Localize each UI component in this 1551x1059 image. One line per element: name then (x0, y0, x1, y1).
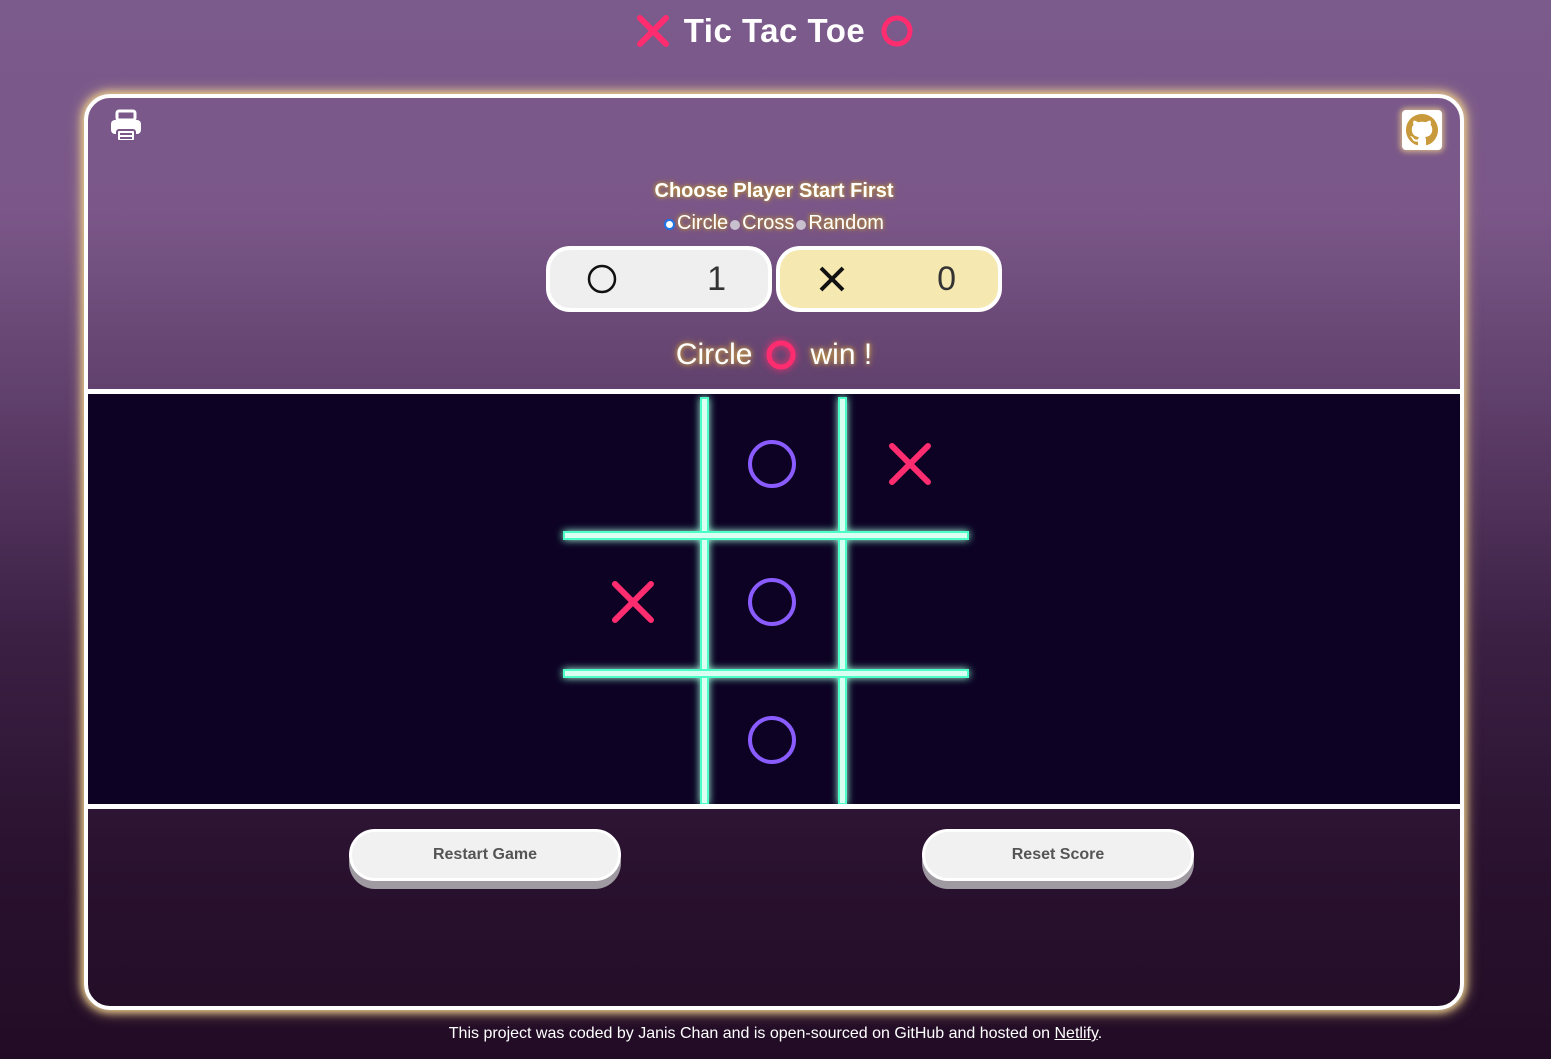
circle-score-box: 1 (546, 246, 772, 312)
radio-cross-label: Cross (742, 212, 795, 234)
cross-icon (819, 266, 845, 292)
status-suffix: win ! (810, 338, 873, 371)
print-icon[interactable] (108, 108, 144, 144)
scoreboard: 1 0 (88, 246, 1460, 312)
circle-score: 1 (707, 259, 726, 298)
board-cell-8[interactable] (706, 674, 838, 804)
cross-score-box: 0 (776, 246, 1002, 312)
github-button[interactable] (1402, 110, 1442, 150)
page-title: Tic Tac Toe (683, 12, 866, 49)
radio-cross-dot[interactable] (730, 219, 741, 230)
reset-score-button[interactable]: Reset Score (922, 829, 1194, 881)
cross-icon (636, 15, 669, 47)
circle-icon (766, 340, 796, 370)
radio-random[interactable]: Random (796, 212, 884, 235)
board-cell-6[interactable] (844, 536, 976, 668)
cross-score: 0 (937, 259, 956, 298)
board-cell-7[interactable] (567, 674, 699, 804)
status-player: Circle (675, 338, 753, 371)
circle-icon (587, 264, 617, 294)
radio-cross[interactable]: Cross (730, 212, 794, 235)
radio-random-dot[interactable] (796, 219, 807, 230)
radio-circle[interactable]: Circle (664, 212, 728, 235)
netlify-link[interactable]: Netlify (1054, 1025, 1097, 1042)
board-cell-5[interactable] (706, 536, 838, 668)
footer-text: This project was coded by Janis Chan and… (448, 1025, 1055, 1042)
start-choice-label: Choose Player Start First (654, 180, 894, 202)
github-icon (1406, 114, 1438, 146)
board-cell-1[interactable] (567, 398, 699, 530)
footer-end: . (1097, 1025, 1103, 1042)
circle-icon (881, 15, 913, 47)
app-header: Tic Tac Toe (0, 8, 1551, 54)
game-board (563, 397, 976, 804)
board-cell-2[interactable] (706, 398, 838, 530)
radio-circle-label: Circle (677, 212, 729, 234)
game-card: Choose Player Start First Circle Cross R… (84, 94, 1464, 1010)
restart-button[interactable]: Restart Game (349, 829, 621, 881)
footer: This project was coded by Janis Chan and… (0, 1025, 1551, 1043)
start-choice-radios: Circle Cross Random (88, 212, 1460, 235)
board-area (88, 389, 1460, 809)
board-cell-9[interactable] (844, 674, 976, 804)
board-cell-4[interactable] (567, 536, 699, 668)
board-cells (567, 398, 976, 804)
board-cell-3[interactable] (844, 398, 976, 530)
radio-random-label: Random (808, 212, 884, 234)
radio-circle-dot[interactable] (664, 219, 676, 230)
game-status: Circle win ! (88, 338, 1460, 372)
